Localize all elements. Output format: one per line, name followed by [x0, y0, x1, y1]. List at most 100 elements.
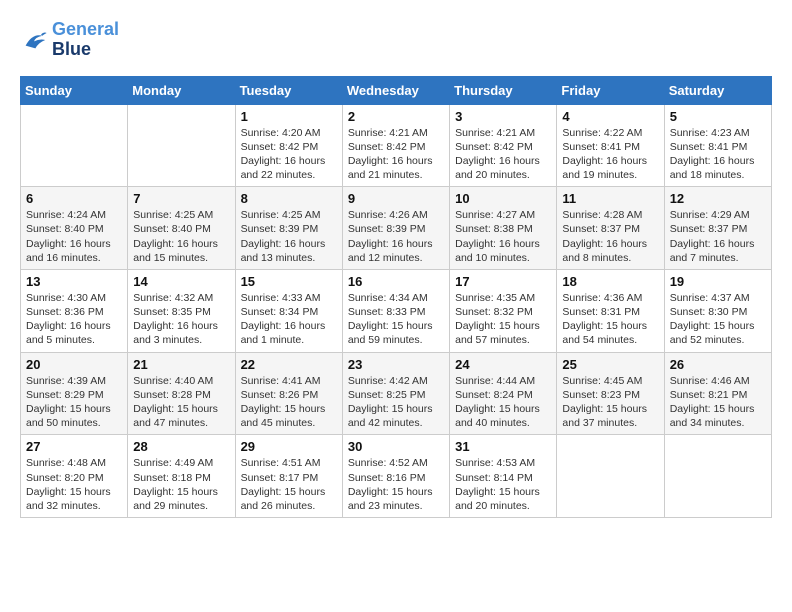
day-info: Sunrise: 4:49 AMSunset: 8:18 PMDaylight:…	[133, 456, 229, 513]
calendar-cell: 24 Sunrise: 4:44 AMSunset: 8:24 PMDayligh…	[450, 352, 557, 435]
calendar-cell: 2 Sunrise: 4:21 AMSunset: 8:42 PMDaylight…	[342, 104, 449, 187]
day-info: Sunrise: 4:27 AMSunset: 8:38 PMDaylight:…	[455, 208, 551, 265]
day-number: 19	[670, 274, 766, 289]
day-number: 27	[26, 439, 122, 454]
calendar-cell: 3 Sunrise: 4:21 AMSunset: 8:42 PMDaylight…	[450, 104, 557, 187]
day-info: Sunrise: 4:29 AMSunset: 8:37 PMDaylight:…	[670, 208, 766, 265]
day-number: 26	[670, 357, 766, 372]
calendar-cell: 4Sunrise: 4:22 AMSunset: 8:41 PMDaylight…	[557, 104, 664, 187]
day-number: 22	[241, 357, 337, 372]
day-number: 8	[241, 191, 337, 206]
day-number: 24	[455, 357, 551, 372]
calendar-cell: 19Sunrise: 4:37 AMSunset: 8:30 PMDayligh…	[664, 269, 771, 352]
day-number: 23	[348, 357, 444, 372]
calendar-cell: 7 Sunrise: 4:25 AMSunset: 8:40 PMDaylight…	[128, 187, 235, 270]
calendar-cell: 23 Sunrise: 4:42 AMSunset: 8:25 PMDayligh…	[342, 352, 449, 435]
day-number: 7	[133, 191, 229, 206]
day-info: Sunrise: 4:45 AMSunset: 8:23 PMDaylight:…	[562, 374, 658, 431]
day-info: Sunrise: 4:46 AMSunset: 8:21 PMDaylight:…	[670, 374, 766, 431]
calendar-week-3: 13 Sunrise: 4:30 AMSunset: 8:36 PMDayligh…	[21, 269, 772, 352]
day-number: 30	[348, 439, 444, 454]
day-info: Sunrise: 4:25 AMSunset: 8:39 PMDaylight:…	[241, 208, 337, 265]
calendar-cell: 17Sunrise: 4:35 AMSunset: 8:32 PMDayligh…	[450, 269, 557, 352]
calendar-cell: 13 Sunrise: 4:30 AMSunset: 8:36 PMDayligh…	[21, 269, 128, 352]
calendar-cell: 12 Sunrise: 4:29 AMSunset: 8:37 PMDayligh…	[664, 187, 771, 270]
day-number: 18	[562, 274, 658, 289]
column-header-friday: Friday	[557, 76, 664, 104]
day-number: 14	[133, 274, 229, 289]
page-header: GeneralBlue	[20, 20, 772, 60]
day-info: Sunrise: 4:22 AMSunset: 8:41 PMDaylight:…	[562, 126, 658, 183]
day-number: 13	[26, 274, 122, 289]
logo-text: GeneralBlue	[52, 20, 119, 60]
calendar-cell: 6Sunrise: 4:24 AMSunset: 8:40 PMDaylight…	[21, 187, 128, 270]
day-number: 21	[133, 357, 229, 372]
day-info: Sunrise: 4:32 AMSunset: 8:35 PMDaylight:…	[133, 291, 229, 348]
calendar-cell	[664, 435, 771, 518]
calendar-cell: 20 Sunrise: 4:39 AMSunset: 8:29 PMDayligh…	[21, 352, 128, 435]
day-number: 1	[241, 109, 337, 124]
day-info: Sunrise: 4:39 AMSunset: 8:29 PMDaylight:…	[26, 374, 122, 431]
calendar-cell: 27 Sunrise: 4:48 AMSunset: 8:20 PMDayligh…	[21, 435, 128, 518]
day-info: Sunrise: 4:30 AMSunset: 8:36 PMDaylight:…	[26, 291, 122, 348]
calendar-table: SundayMondayTuesdayWednesdayThursdayFrid…	[20, 76, 772, 518]
day-info: Sunrise: 4:23 AMSunset: 8:41 PMDaylight:…	[670, 126, 766, 183]
calendar-cell: 15 Sunrise: 4:33 AMSunset: 8:34 PMDayligh…	[235, 269, 342, 352]
calendar-cell: 25 Sunrise: 4:45 AMSunset: 8:23 PMDayligh…	[557, 352, 664, 435]
day-number: 31	[455, 439, 551, 454]
calendar-cell	[21, 104, 128, 187]
calendar-week-1: 1Sunrise: 4:20 AMSunset: 8:42 PMDaylight…	[21, 104, 772, 187]
day-info: Sunrise: 4:21 AMSunset: 8:42 PMDaylight:…	[348, 126, 444, 183]
day-number: 11	[562, 191, 658, 206]
day-number: 20	[26, 357, 122, 372]
day-number: 28	[133, 439, 229, 454]
calendar-cell: 26 Sunrise: 4:46 AMSunset: 8:21 PMDayligh…	[664, 352, 771, 435]
day-number: 9	[348, 191, 444, 206]
day-info: Sunrise: 4:24 AMSunset: 8:40 PMDaylight:…	[26, 208, 122, 265]
day-info: Sunrise: 4:48 AMSunset: 8:20 PMDaylight:…	[26, 456, 122, 513]
day-number: 16	[348, 274, 444, 289]
day-number: 25	[562, 357, 658, 372]
day-info: Sunrise: 4:44 AMSunset: 8:24 PMDaylight:…	[455, 374, 551, 431]
column-header-wednesday: Wednesday	[342, 76, 449, 104]
day-info: Sunrise: 4:25 AMSunset: 8:40 PMDaylight:…	[133, 208, 229, 265]
calendar-cell	[557, 435, 664, 518]
calendar-week-4: 20 Sunrise: 4:39 AMSunset: 8:29 PMDayligh…	[21, 352, 772, 435]
calendar-header-row: SundayMondayTuesdayWednesdayThursdayFrid…	[21, 76, 772, 104]
day-info: Sunrise: 4:33 AMSunset: 8:34 PMDaylight:…	[241, 291, 337, 348]
day-number: 12	[670, 191, 766, 206]
logo-icon	[20, 26, 48, 54]
calendar-cell: 21 Sunrise: 4:40 AMSunset: 8:28 PMDayligh…	[128, 352, 235, 435]
day-number: 5	[670, 109, 766, 124]
calendar-cell: 18 Sunrise: 4:36 AMSunset: 8:31 PMDayligh…	[557, 269, 664, 352]
calendar-cell: 9 Sunrise: 4:26 AMSunset: 8:39 PMDaylight…	[342, 187, 449, 270]
day-number: 2	[348, 109, 444, 124]
day-info: Sunrise: 4:36 AMSunset: 8:31 PMDaylight:…	[562, 291, 658, 348]
calendar-cell: 5 Sunrise: 4:23 AMSunset: 8:41 PMDaylight…	[664, 104, 771, 187]
calendar-cell: 16 Sunrise: 4:34 AMSunset: 8:33 PMDayligh…	[342, 269, 449, 352]
day-info: Sunrise: 4:26 AMSunset: 8:39 PMDaylight:…	[348, 208, 444, 265]
day-info: Sunrise: 4:21 AMSunset: 8:42 PMDaylight:…	[455, 126, 551, 183]
calendar-cell	[128, 104, 235, 187]
day-info: Sunrise: 4:51 AMSunset: 8:17 PMDaylight:…	[241, 456, 337, 513]
day-info: Sunrise: 4:34 AMSunset: 8:33 PMDaylight:…	[348, 291, 444, 348]
calendar-week-2: 6Sunrise: 4:24 AMSunset: 8:40 PMDaylight…	[21, 187, 772, 270]
calendar-cell: 8 Sunrise: 4:25 AMSunset: 8:39 PMDaylight…	[235, 187, 342, 270]
day-number: 3	[455, 109, 551, 124]
calendar-cell: 31Sunrise: 4:53 AMSunset: 8:14 PMDayligh…	[450, 435, 557, 518]
calendar-cell: 29Sunrise: 4:51 AMSunset: 8:17 PMDayligh…	[235, 435, 342, 518]
day-info: Sunrise: 4:28 AMSunset: 8:37 PMDaylight:…	[562, 208, 658, 265]
day-number: 15	[241, 274, 337, 289]
column-header-tuesday: Tuesday	[235, 76, 342, 104]
day-info: Sunrise: 4:40 AMSunset: 8:28 PMDaylight:…	[133, 374, 229, 431]
day-info: Sunrise: 4:41 AMSunset: 8:26 PMDaylight:…	[241, 374, 337, 431]
calendar-cell: 10Sunrise: 4:27 AMSunset: 8:38 PMDayligh…	[450, 187, 557, 270]
calendar-cell: 22 Sunrise: 4:41 AMSunset: 8:26 PMDayligh…	[235, 352, 342, 435]
column-header-thursday: Thursday	[450, 76, 557, 104]
logo: GeneralBlue	[20, 20, 119, 60]
day-info: Sunrise: 4:42 AMSunset: 8:25 PMDaylight:…	[348, 374, 444, 431]
day-number: 17	[455, 274, 551, 289]
day-info: Sunrise: 4:52 AMSunset: 8:16 PMDaylight:…	[348, 456, 444, 513]
calendar-cell: 30 Sunrise: 4:52 AMSunset: 8:16 PMDayligh…	[342, 435, 449, 518]
column-header-monday: Monday	[128, 76, 235, 104]
